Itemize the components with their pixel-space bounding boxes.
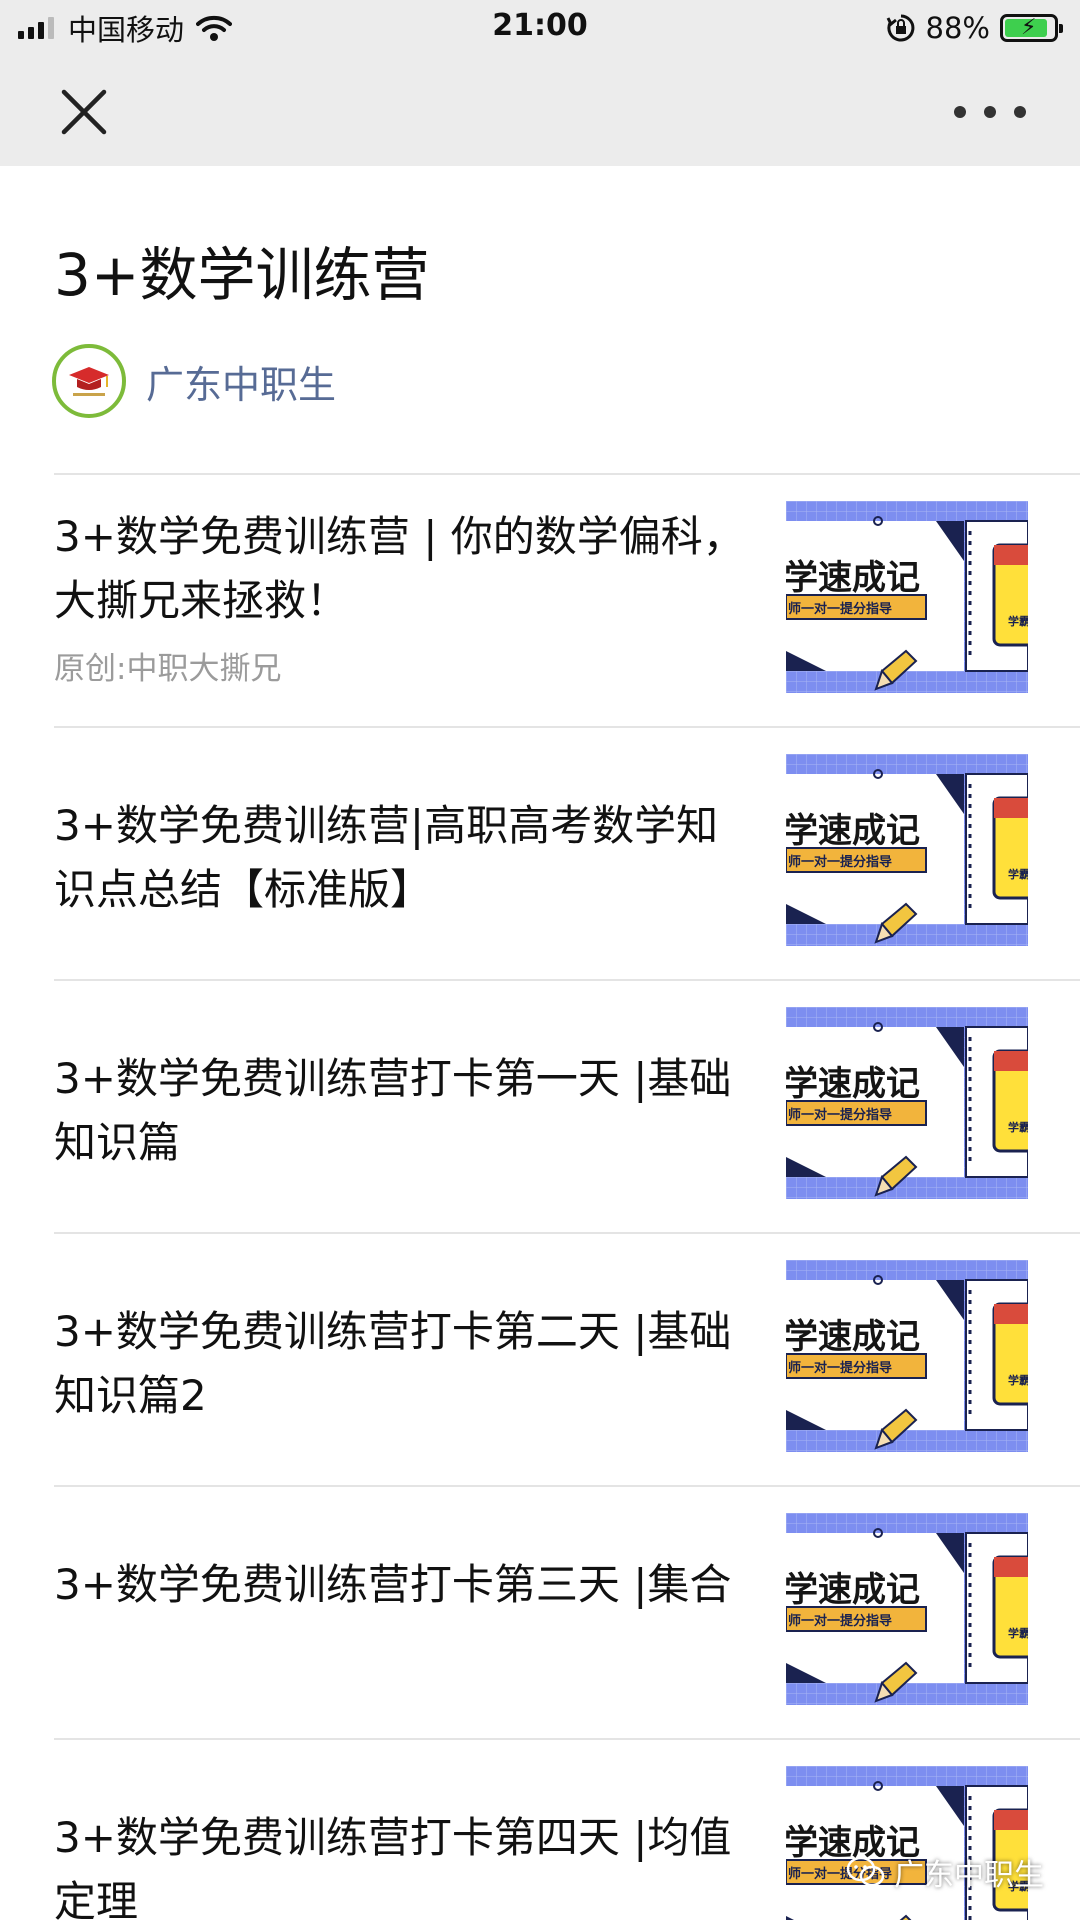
graduation-cap-icon (69, 367, 109, 396)
thumbnail-headline: 学速成记 (786, 1317, 920, 1357)
article-thumbnail: 学霸 学速成记师一对一提分指导 (786, 501, 1028, 693)
thumbnail-ribbon: 师一对一提分指导 (788, 1613, 892, 1629)
article-title: 3+数学免费训练营打卡第二天 |基础知识篇2 (54, 1307, 732, 1420)
close-button[interactable] (56, 84, 112, 140)
more-button[interactable] (954, 92, 1026, 132)
watermark: 广东中职生 (846, 1850, 1044, 1894)
account-link[interactable]: 广东中职生 (52, 344, 336, 418)
avatar (52, 344, 126, 418)
list-item[interactable]: 3+数学免费训练营|高职高考数学知识点总结【标准版】学霸 学速成记师一对一提分指导 (54, 726, 1080, 979)
thumbnail-headline: 学速成记 (786, 558, 920, 598)
more-icon (954, 106, 966, 118)
battery-icon: ⚡ (1000, 14, 1063, 42)
thumbnail-ribbon: 师一对一提分指导 (788, 601, 892, 617)
thumbnail-art: 学霸 学速成记师一对一提分指导 (786, 501, 1028, 693)
article-thumbnail: 学霸 学速成记师一对一提分指导 (786, 1260, 1028, 1452)
account-name: 广东中职生 (146, 362, 337, 407)
status-bar: 中国移动 21:00 88% ⚡ (0, 0, 1080, 56)
thumbnail-book-label: 学霸 (1008, 1626, 1028, 1640)
page-title: 3+数学训练营 (54, 241, 430, 309)
thumbnail-book-label: 学霸 (1008, 867, 1028, 881)
thumbnail-book-label: 学霸 (1008, 1120, 1028, 1134)
thumbnail-ribbon: 师一对一提分指导 (788, 854, 892, 870)
watermark-text: 广东中职生 (894, 1858, 1044, 1893)
article-title: 3+数学免费训练营打卡第一天 |基础知识篇 (54, 1054, 732, 1167)
thumbnail-headline: 学速成记 (786, 811, 920, 851)
thumbnail-art: 学霸 学速成记师一对一提分指导 (786, 754, 1028, 946)
article-list: 3+数学免费训练营 | 你的数学偏科，大撕兄来拯救！ 原创:中职大撕兄 学霸 学速成记… (54, 473, 1080, 1920)
article-title: 3+数学免费训练营 | 你的数学偏科，大撕兄来拯救！ (54, 512, 745, 625)
article-source: 原创:中职大撕兄 (54, 651, 282, 687)
thumbnail-book-label: 学霸 (1008, 614, 1028, 628)
article-thumbnail: 学霸 学速成记 师一对一提分指导 (786, 1766, 1028, 1920)
thumbnail-art: 学霸 学速成记师一对一提分指导 (786, 1513, 1028, 1705)
battery-percent: 88% (925, 11, 990, 45)
list-item[interactable]: 3+数学免费训练营打卡第一天 |基础知识篇学霸 学速成记师一对一提分指导 (54, 979, 1080, 1232)
article-title: 3+数学免费训练营|高职高考数学知识点总结【标准版】 (54, 801, 719, 914)
nav-bar (0, 56, 1080, 166)
status-bar-right: 88% ⚡ (886, 10, 1063, 46)
list-item[interactable]: 3+数学免费训练营打卡第二天 |基础知识篇2 学霸 学速成记师一对一提分指导 (54, 1232, 1080, 1485)
list-item[interactable]: 3+数学免费训练营打卡第三天 |集合 学霸 学速成记 师一对一提分指导 (54, 1485, 1080, 1738)
thumbnail-ribbon: 师一对一提分指导 (788, 1360, 892, 1376)
article-title: 3+数学免费训练营打卡第三天 |集合 (54, 1560, 732, 1609)
thumbnail-headline: 学速成记 (786, 1570, 920, 1610)
close-icon (61, 89, 107, 135)
thumbnail-art: 学霸学速成记师一对一提分指导 (786, 1766, 1028, 1920)
charging-bolt-icon: ⚡ (1021, 15, 1037, 40)
article-thumbnail: 学霸 学速成记师一对一提分指导 (786, 1007, 1028, 1199)
article-thumbnail: 学霸 学速成记师一对一提分指导 (786, 1513, 1028, 1705)
rotation-lock-icon (886, 14, 914, 42)
thumbnail-headline: 学速成记 (786, 1064, 920, 1104)
thumbnail-book-label: 学霸 (1008, 1373, 1028, 1387)
thumbnail-art: 学霸 学速成记师一对一提分指导 (786, 1260, 1028, 1452)
article-title: 3+数学免费训练营打卡第四天 |均值定理 (54, 1813, 732, 1920)
article-thumbnail: 学霸 学速成记师一对一提分指导 (786, 754, 1028, 946)
list-item[interactable]: 3+数学免费训练营 | 你的数学偏科，大撕兄来拯救！ 原创:中职大撕兄 学霸 学速成记… (54, 473, 1080, 726)
thumbnail-ribbon: 师一对一提分指导 (788, 1107, 892, 1123)
thumbnail-art: 学霸 学速成记师一对一提分指导 (786, 1007, 1028, 1199)
wechat-icon (846, 1856, 885, 1887)
